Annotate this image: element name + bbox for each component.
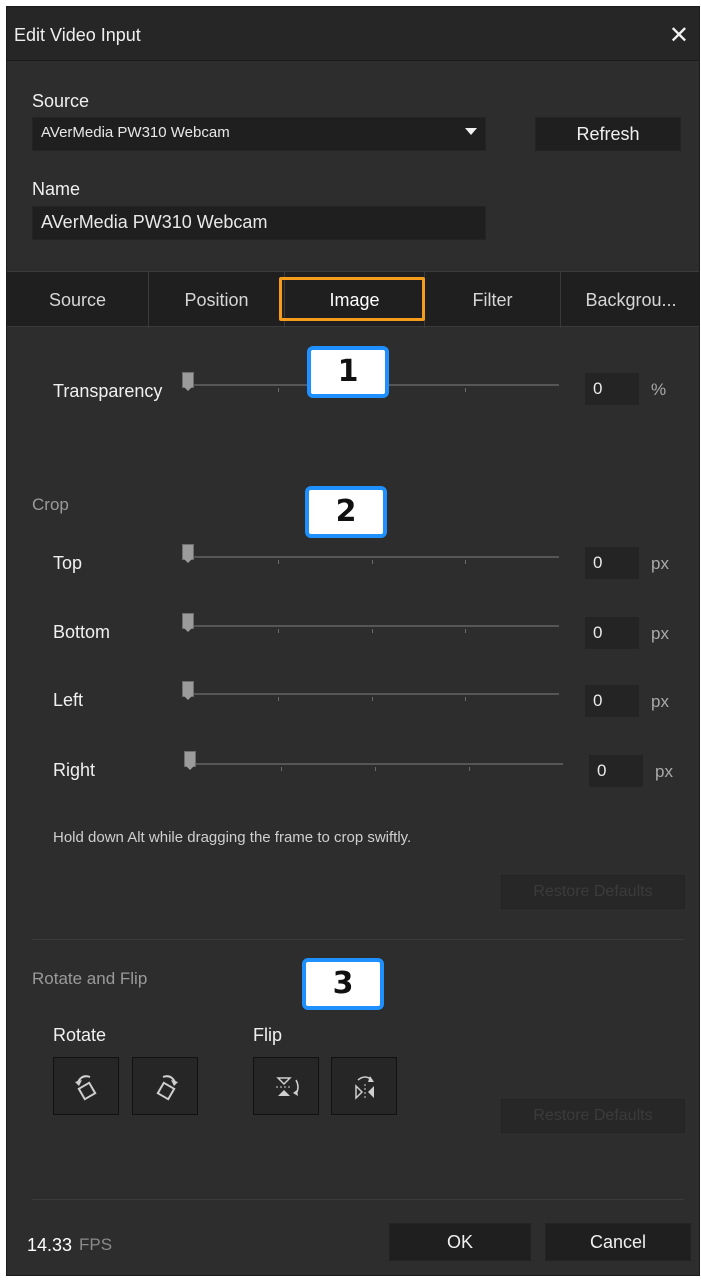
crop-right-slider[interactable] (184, 751, 563, 776)
name-label: Name (32, 179, 81, 199)
crop-left-slider[interactable] (182, 681, 559, 706)
name-field[interactable]: AVerMedia PW310 Webcam (32, 206, 486, 240)
refresh-button[interactable]: Refresh (535, 117, 681, 151)
crop-restore-defaults-button[interactable]: Restore Defaults (501, 875, 685, 909)
slider-tick (372, 629, 373, 633)
slider-thumb[interactable] (182, 544, 194, 563)
transparency-value[interactable]: 0 (585, 373, 639, 405)
slider-tick (278, 560, 279, 564)
annotation-badge-3: 3 (302, 958, 384, 1010)
crop-top-slider[interactable] (182, 544, 559, 569)
slider-thumb[interactable] (182, 613, 194, 632)
slider-tick (278, 629, 279, 633)
rotate-flip-restore-defaults-button[interactable]: Restore Defaults (501, 1099, 685, 1133)
crop-bottom-value[interactable]: 0 (585, 617, 639, 649)
crop-right-unit: px (655, 762, 673, 781)
slider-tick (465, 388, 466, 392)
rotate-left-icon (75, 1075, 97, 1101)
crop-left-unit: px (651, 692, 669, 711)
rotate-right-button[interactable] (132, 1057, 198, 1115)
flip-vertical-button[interactable] (253, 1057, 319, 1115)
footer-divider (32, 1199, 684, 1200)
source-label: Source (32, 91, 90, 111)
slider-tick (278, 697, 279, 701)
slider-thumb[interactable] (184, 751, 196, 770)
tab-bar: Source Position Image Filter Backgrou... (7, 271, 701, 328)
crop-left-label: Left (53, 690, 84, 710)
ok-button[interactable]: OK (389, 1223, 531, 1261)
slider-tick (465, 629, 466, 633)
dialog-title: Edit Video Input (14, 25, 141, 45)
crop-top-unit: px (651, 554, 669, 573)
tab-image[interactable]: Image (285, 272, 425, 328)
slider-thumb[interactable] (182, 681, 194, 700)
crop-hint: Hold down Alt while dragging the frame t… (53, 829, 412, 846)
fps-value: 14.33 (27, 1235, 73, 1255)
flip-horizontal-button[interactable] (331, 1057, 397, 1115)
cancel-button[interactable]: Cancel (545, 1223, 691, 1261)
flip-horizontal-icon (355, 1076, 374, 1100)
slider-track (185, 693, 559, 695)
slider-track (187, 763, 563, 765)
slider-tick (278, 388, 279, 392)
crop-left-value[interactable]: 0 (585, 685, 639, 717)
slider-tick (372, 560, 373, 564)
section-divider (32, 939, 684, 940)
crop-bottom-slider[interactable] (182, 613, 559, 638)
slider-tick (375, 767, 376, 771)
slider-track (185, 556, 559, 558)
crop-right-value[interactable]: 0 (589, 755, 643, 787)
source-select[interactable]: AVerMedia PW310 Webcam (32, 117, 486, 151)
source-select-value: AVerMedia PW310 Webcam (41, 124, 230, 141)
rotate-flip-section-title: Rotate and Flip (32, 969, 148, 988)
flip-label: Flip (253, 1025, 283, 1045)
close-icon[interactable]: ✕ (669, 21, 689, 50)
annotation-badge-1: 1 (307, 346, 389, 398)
fps-unit: FPS (79, 1235, 113, 1254)
tab-source[interactable]: Source (7, 272, 149, 328)
slider-tick (465, 560, 466, 564)
tab-position[interactable]: Position (149, 272, 285, 328)
flip-vertical-icon (276, 1077, 299, 1096)
crop-bottom-unit: px (651, 624, 669, 643)
tab-background[interactable]: Backgrou... (561, 272, 701, 328)
annotation-badge-2: 2 (305, 486, 387, 538)
slider-thumb[interactable] (182, 372, 194, 391)
name-field-value: AVerMedia PW310 Webcam (41, 212, 268, 232)
crop-top-label: Top (53, 553, 83, 573)
rotate-left-button[interactable] (53, 1057, 119, 1115)
rotate-right-icon (156, 1075, 178, 1101)
slider-track (185, 625, 559, 627)
slider-tick (372, 697, 373, 701)
chevron-down-icon (465, 128, 477, 135)
title-bar: Edit Video Input ✕ (7, 7, 699, 61)
tab-filter[interactable]: Filter (425, 272, 561, 328)
crop-bottom-label: Bottom (53, 622, 111, 642)
crop-top-value[interactable]: 0 (585, 547, 639, 579)
transparency-unit: % (651, 380, 667, 399)
edit-video-input-dialog: Edit Video Input ✕ Source AVerMedia PW31… (6, 6, 700, 1276)
crop-section-title: Crop (32, 495, 69, 514)
rotate-label: Rotate (53, 1025, 107, 1045)
slider-tick (281, 767, 282, 771)
slider-tick (465, 697, 466, 701)
transparency-label: Transparency (53, 381, 163, 401)
slider-tick (469, 767, 470, 771)
crop-right-label: Right (53, 760, 96, 780)
